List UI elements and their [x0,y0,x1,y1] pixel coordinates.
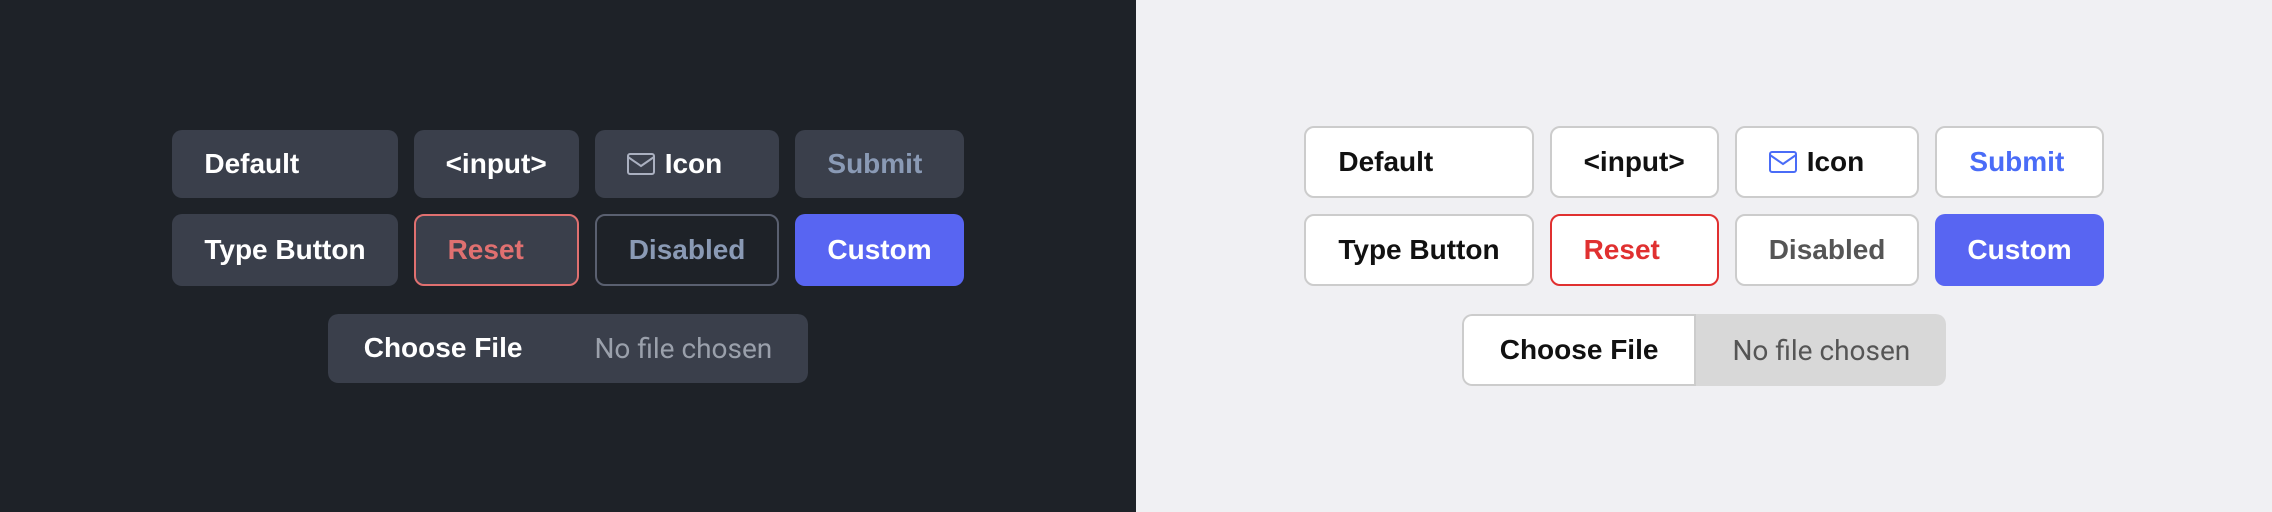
dark-disabled-button[interactable]: Disabled [595,214,780,286]
dark-choose-file-button[interactable]: Choose File [328,314,559,383]
light-icon-button[interactable]: Icon [1735,126,1920,198]
dark-custom-button[interactable]: Custom [795,214,963,286]
light-button-grid: Default <input> Icon Submit Type Button … [1304,126,2103,286]
light-input-button[interactable]: <input> [1550,126,1719,198]
dark-reset-button[interactable]: Reset [414,214,579,286]
light-custom-button[interactable]: Custom [1935,214,2103,286]
light-no-file-text: No file chosen [1696,314,1946,386]
dark-no-file-text: No file chosen [558,314,808,383]
light-panel: Default <input> Icon Submit Type Button … [1136,0,2272,512]
dark-input-button[interactable]: <input> [414,130,579,198]
light-disabled-button[interactable]: Disabled [1735,214,1920,286]
dark-panel: Default <input> Icon Submit Type Button … [0,0,1136,512]
light-reset-button[interactable]: Reset [1550,214,1719,286]
envelope-icon-light [1769,151,1797,173]
light-choose-file-button[interactable]: Choose File [1462,314,1697,386]
envelope-icon [627,153,655,175]
dark-type-button-button[interactable]: Type Button [172,214,397,286]
dark-default-button[interactable]: Default [172,130,397,198]
light-file-input-row: Choose File No file chosen [1462,314,1947,386]
dark-file-input-row: Choose File No file chosen [328,314,809,383]
dark-icon-button[interactable]: Icon [595,130,780,198]
dark-button-grid: Default <input> Icon Submit Type Button … [172,130,963,286]
light-default-button[interactable]: Default [1304,126,1533,198]
light-type-button-button[interactable]: Type Button [1304,214,1533,286]
dark-submit-button[interactable]: Submit [795,130,963,198]
light-submit-button[interactable]: Submit [1935,126,2103,198]
